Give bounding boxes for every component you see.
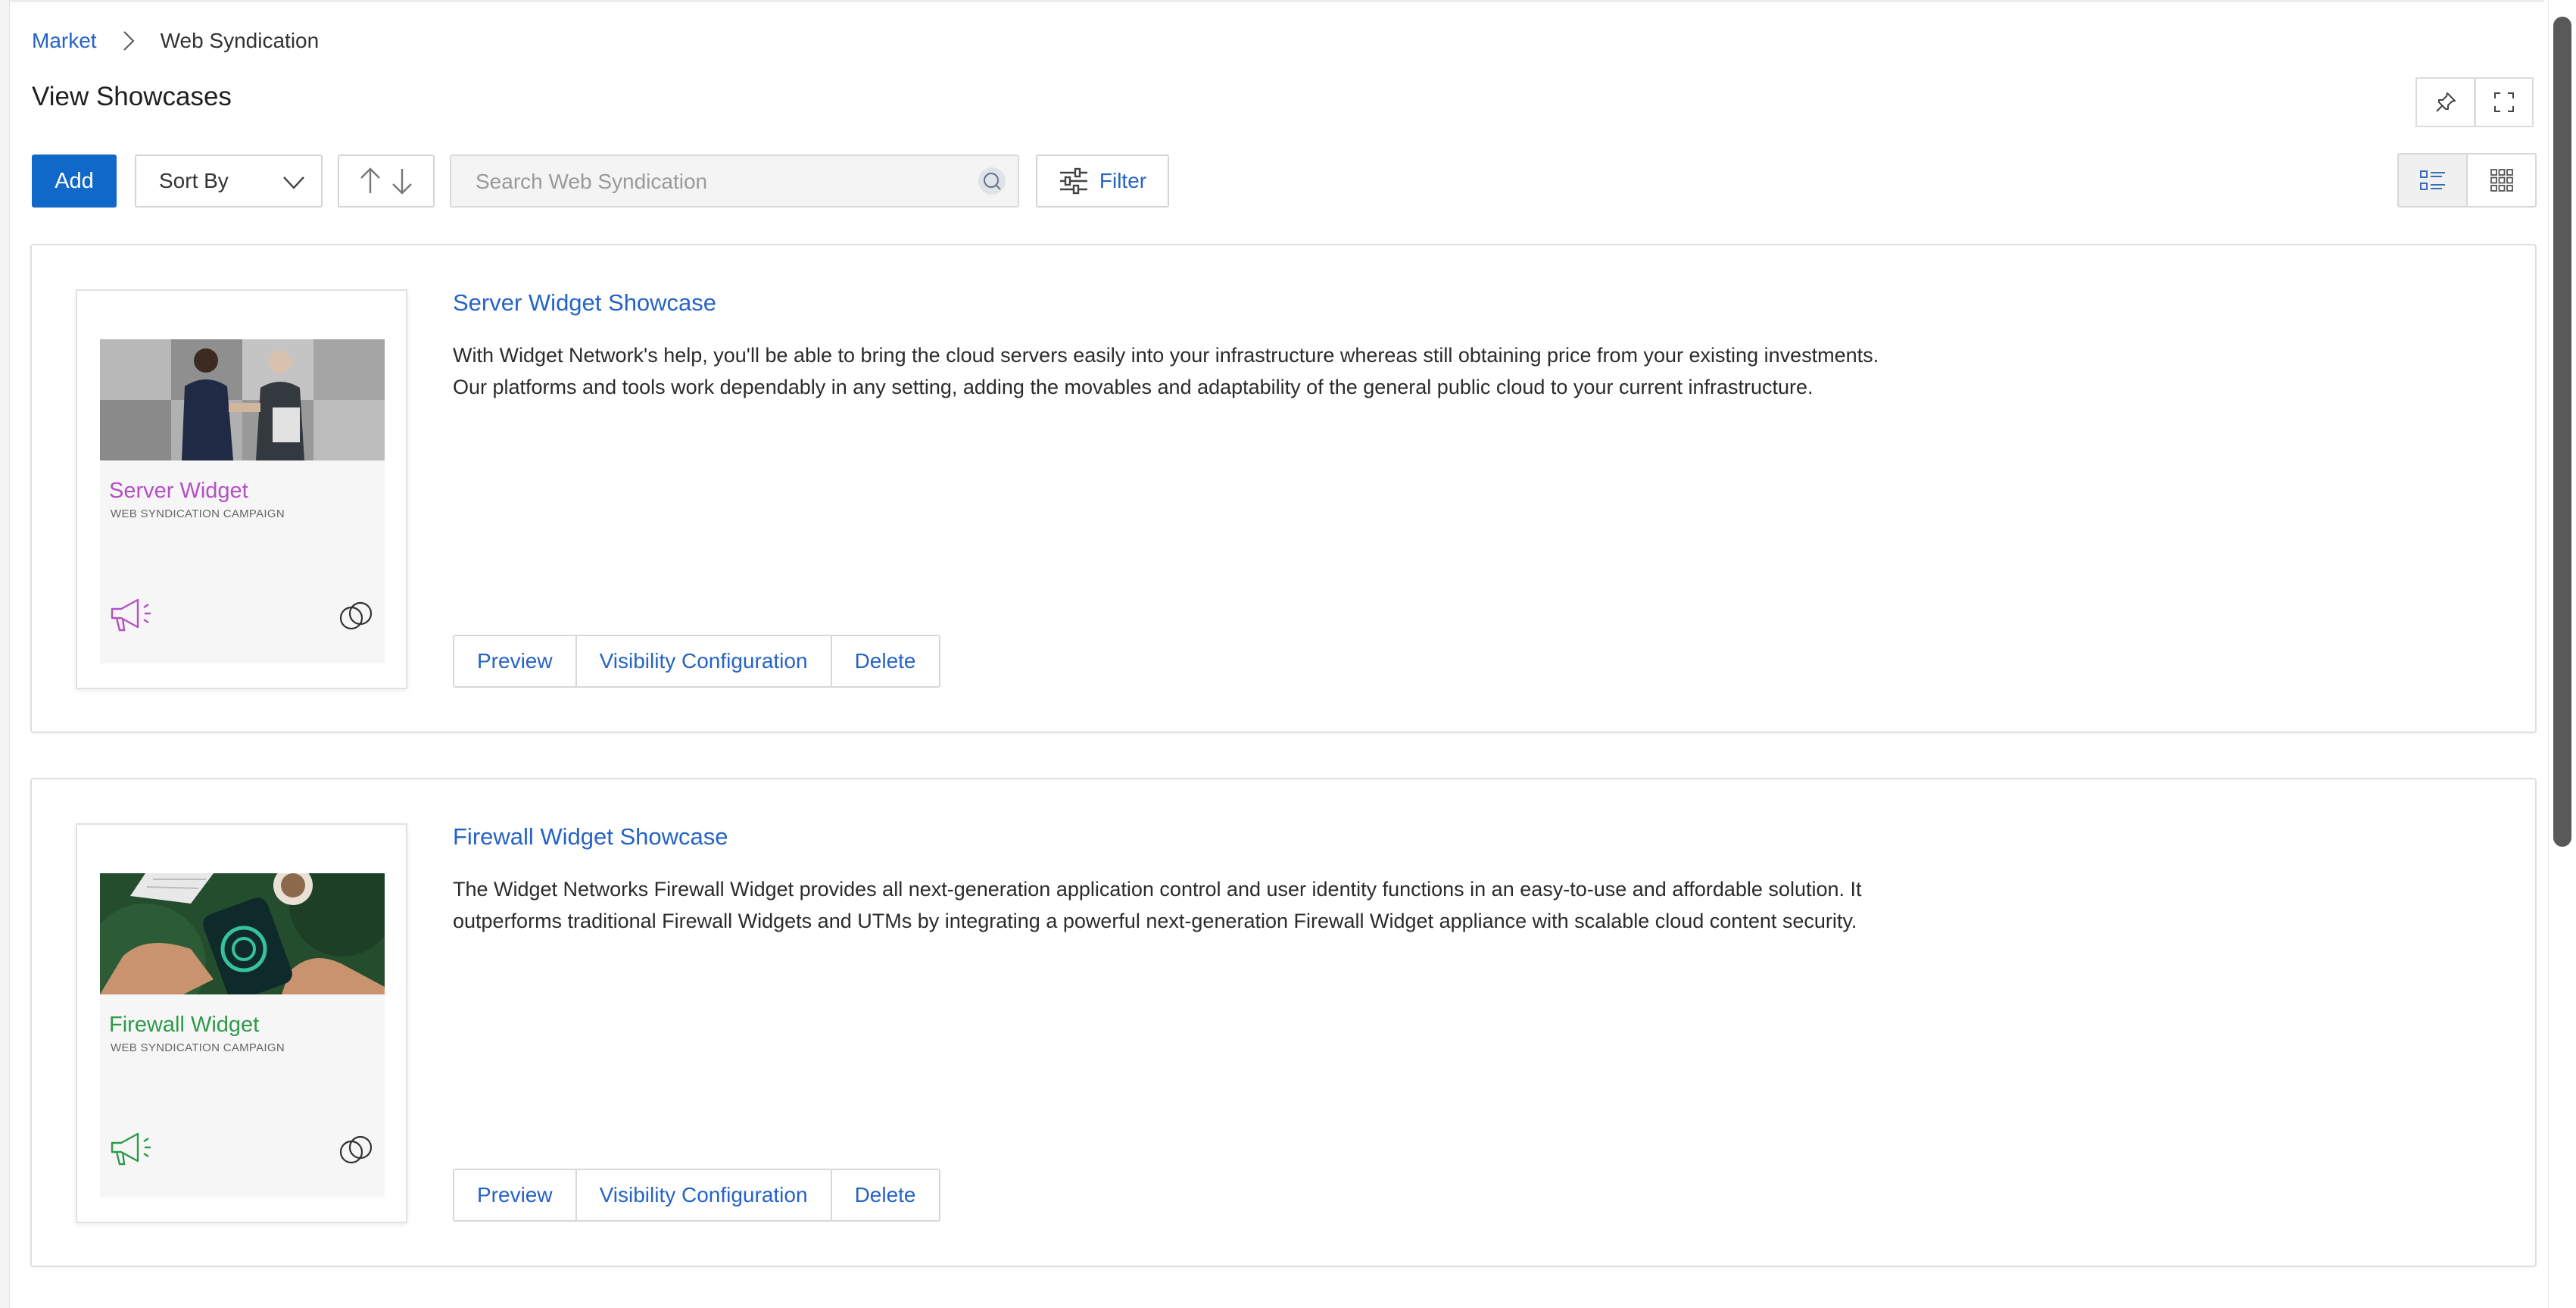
thumbnail-title: Server Widget — [109, 479, 248, 503]
thumbnail-subtitle: WEB SYNDICATION CAMPAIGN — [111, 507, 285, 520]
filter-label: Filter — [1099, 169, 1147, 192]
preview-button[interactable]: Preview — [454, 636, 577, 686]
search-field — [450, 155, 1019, 208]
window-top-edge — [0, 0, 2544, 2]
link-icon — [339, 1135, 373, 1164]
search-input[interactable] — [474, 156, 962, 208]
view-mode-toggle — [2397, 153, 2537, 208]
breadcrumb-market-link[interactable]: Market — [32, 29, 97, 53]
list-view-button[interactable] — [2399, 155, 2468, 206]
list-view-icon — [2419, 170, 2445, 190]
megaphone-icon — [111, 1132, 151, 1166]
business-handshake-image — [100, 339, 385, 460]
visibility-configuration-button[interactable]: Visibility Configuration — [577, 1170, 832, 1220]
scrollbar-thumb[interactable] — [2553, 17, 2571, 847]
window-left-edge — [0, 0, 10, 1308]
grid-view-button[interactable] — [2468, 155, 2535, 206]
thumbnail-tile: Firewall Widget WEB SYNDICATION CAMPAIGN — [100, 873, 385, 1197]
showcase-card: Firewall Widget WEB SYNDICATION CAMPAIGN… — [30, 778, 2537, 1267]
chevron-right-icon — [123, 31, 134, 51]
add-button[interactable]: Add — [32, 155, 117, 208]
showcase-description: The Widget Networks Firewall Widget prov… — [453, 878, 1862, 932]
visibility-configuration-button[interactable]: Visibility Configuration — [577, 636, 832, 686]
breadcrumb: Market Web Syndication — [32, 26, 319, 56]
search-icon[interactable] — [978, 167, 1006, 195]
showcase-card: Server Widget WEB SYNDICATION CAMPAIGN S… — [30, 244, 2537, 733]
pin-button[interactable] — [2415, 77, 2475, 127]
page-title: View Showcases — [32, 82, 232, 111]
breadcrumb-current: Web Syndication — [160, 29, 320, 52]
sort-desc-icon — [392, 169, 412, 195]
sort-order-toggle[interactable] — [338, 155, 435, 208]
link-icon — [339, 601, 373, 630]
showcase-actions: Preview Visibility Configuration Delete — [453, 1169, 940, 1222]
preview-button[interactable]: Preview — [454, 1170, 577, 1220]
showcase-title-link[interactable]: Firewall Widget Showcase — [453, 823, 728, 851]
sort-asc-icon — [360, 167, 380, 193]
thumbnail-title: Firewall Widget — [109, 1013, 260, 1037]
delete-button[interactable]: Delete — [832, 1170, 939, 1220]
delete-button[interactable]: Delete — [832, 636, 939, 686]
pin-icon — [2435, 92, 2456, 112]
filter-button[interactable]: Filter — [1036, 155, 1169, 208]
sliders-icon — [1059, 167, 1087, 195]
megaphone-icon — [111, 598, 151, 632]
thumbnail-subtitle: WEB SYNDICATION CAMPAIGN — [111, 1041, 285, 1054]
fullscreen-button[interactable] — [2475, 77, 2534, 127]
firewall-phone-image — [100, 873, 385, 994]
showcase-actions: Preview Visibility Configuration Delete — [453, 635, 940, 688]
showcase-thumbnail[interactable]: Server Widget WEB SYNDICATION CAMPAIGN — [76, 289, 407, 689]
showcase-title-link[interactable]: Server Widget Showcase — [453, 289, 716, 317]
grid-view-icon — [2490, 169, 2513, 192]
thumbnail-tile: Server Widget WEB SYNDICATION CAMPAIGN — [100, 339, 385, 663]
chevron-down-icon — [283, 176, 304, 189]
sort-by-label: Sort By — [159, 169, 229, 192]
vertical-scrollbar[interactable] — [2548, 0, 2576, 1308]
fullscreen-icon — [2494, 92, 2514, 112]
sort-by-select[interactable]: Sort By — [135, 155, 323, 208]
showcase-description: With Widget Network's help, you'll be ab… — [453, 344, 1879, 398]
showcase-thumbnail[interactable]: Firewall Widget WEB SYNDICATION CAMPAIGN — [76, 823, 407, 1223]
